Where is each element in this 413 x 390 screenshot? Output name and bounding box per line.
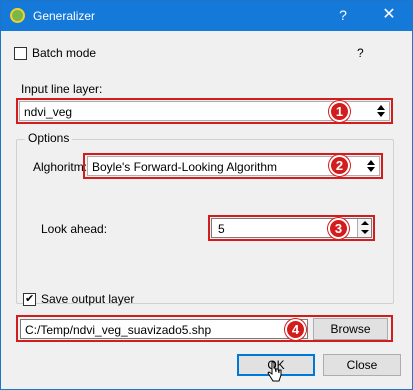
callout-badge-3: 3 bbox=[328, 218, 349, 239]
output-path-value: C:/Temp/ndvi_veg_suavizado5.shp bbox=[25, 323, 212, 337]
qgis-logo-icon bbox=[10, 8, 25, 23]
close-button[interactable]: Close bbox=[323, 354, 401, 376]
browse-button[interactable]: Browse bbox=[313, 318, 388, 340]
title-help-button[interactable]: ? bbox=[335, 7, 351, 25]
batch-mode-checkbox[interactable] bbox=[14, 47, 27, 60]
callout-badge-4: 4 bbox=[285, 319, 306, 340]
generalizer-dialog: Generalizer ? ✕ Batch mode ? Input line … bbox=[0, 0, 413, 390]
dialog-body: Batch mode ? Input line layer: ndvi_veg … bbox=[1, 31, 412, 389]
options-group-title: Options bbox=[25, 131, 73, 145]
title-bar[interactable]: Generalizer ? ✕ bbox=[1, 1, 412, 31]
callout-badge-2: 2 bbox=[329, 155, 350, 176]
close-window-button[interactable]: ✕ bbox=[380, 6, 398, 24]
combo-updown-icon bbox=[375, 104, 387, 118]
window-title: Generalizer bbox=[33, 9, 96, 23]
combo-updown-icon bbox=[365, 159, 377, 173]
input-layer-label: Input line layer: bbox=[21, 82, 103, 96]
save-output-checkbox[interactable] bbox=[23, 292, 36, 306]
batch-mode-label: Batch mode bbox=[32, 46, 97, 60]
output-path-field[interactable]: C:/Temp/ndvi_veg_suavizado5.shp bbox=[20, 319, 308, 339]
save-output-label: Save output layer bbox=[41, 292, 135, 306]
input-layer-value: ndvi_veg bbox=[24, 105, 73, 119]
spin-arrows-icon[interactable] bbox=[357, 219, 371, 237]
algorithm-value: Boyle's Forward-Looking Algorithm bbox=[92, 160, 278, 174]
lookahead-label: Look ahead: bbox=[41, 222, 108, 236]
algorithm-label: Alghoritm: bbox=[33, 160, 88, 174]
lookahead-value: 5 bbox=[218, 222, 225, 236]
callout-badge-1: 1 bbox=[329, 101, 350, 122]
mouse-cursor-icon bbox=[267, 361, 282, 382]
batch-help-button[interactable]: ? bbox=[357, 46, 364, 60]
